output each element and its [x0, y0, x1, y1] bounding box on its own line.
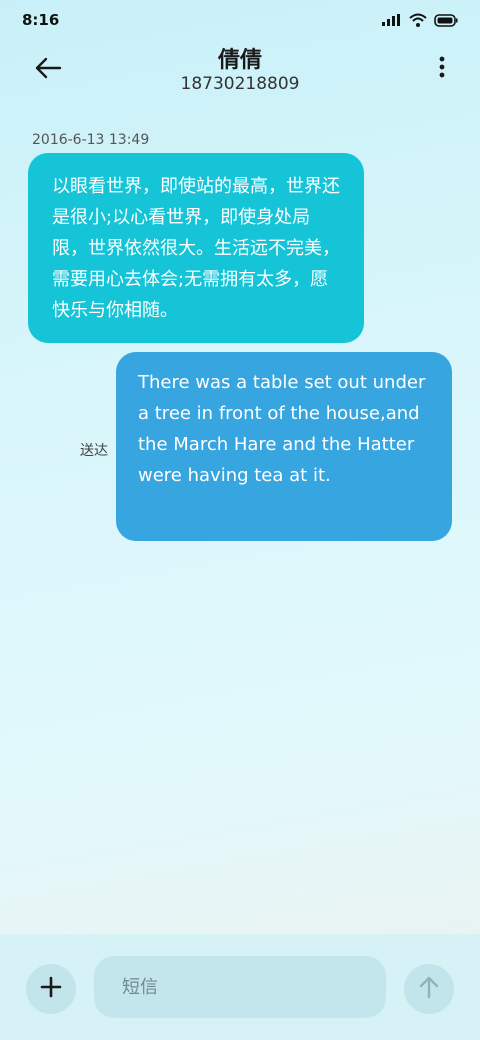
outgoing-message-bubble[interactable]: There was a table set out under a tree i… — [116, 352, 452, 541]
arrow-up-icon — [418, 975, 440, 1003]
message-timestamp: 2016-6-13 13:49 — [32, 132, 150, 148]
more-options-button[interactable] — [432, 54, 452, 84]
contact-phone-number: 18730218809 — [180, 74, 300, 94]
incoming-message-bubble[interactable]: 以眼看世界，即使站的最高，世界还是很小;以心看世界，即使身处局限，世界依然很大。… — [28, 153, 364, 343]
add-attachment-button[interactable] — [26, 964, 76, 1014]
signal-icon — [382, 14, 402, 26]
send-button[interactable] — [404, 964, 454, 1014]
message-input[interactable] — [94, 956, 386, 1018]
battery-icon — [434, 13, 458, 27]
plus-icon — [40, 976, 62, 1002]
conversation-header: 倩倩 18730218809 — [0, 40, 480, 100]
status-icons — [382, 13, 458, 27]
delivered-status: 送达 — [80, 443, 108, 459]
composer-bar — [0, 934, 480, 1040]
status-bar: 8:16 — [0, 0, 480, 40]
contact-name: 倩倩 — [217, 48, 262, 73]
more-vertical-icon — [439, 56, 445, 82]
status-time: 8:16 — [22, 11, 60, 29]
wifi-icon — [409, 13, 427, 27]
